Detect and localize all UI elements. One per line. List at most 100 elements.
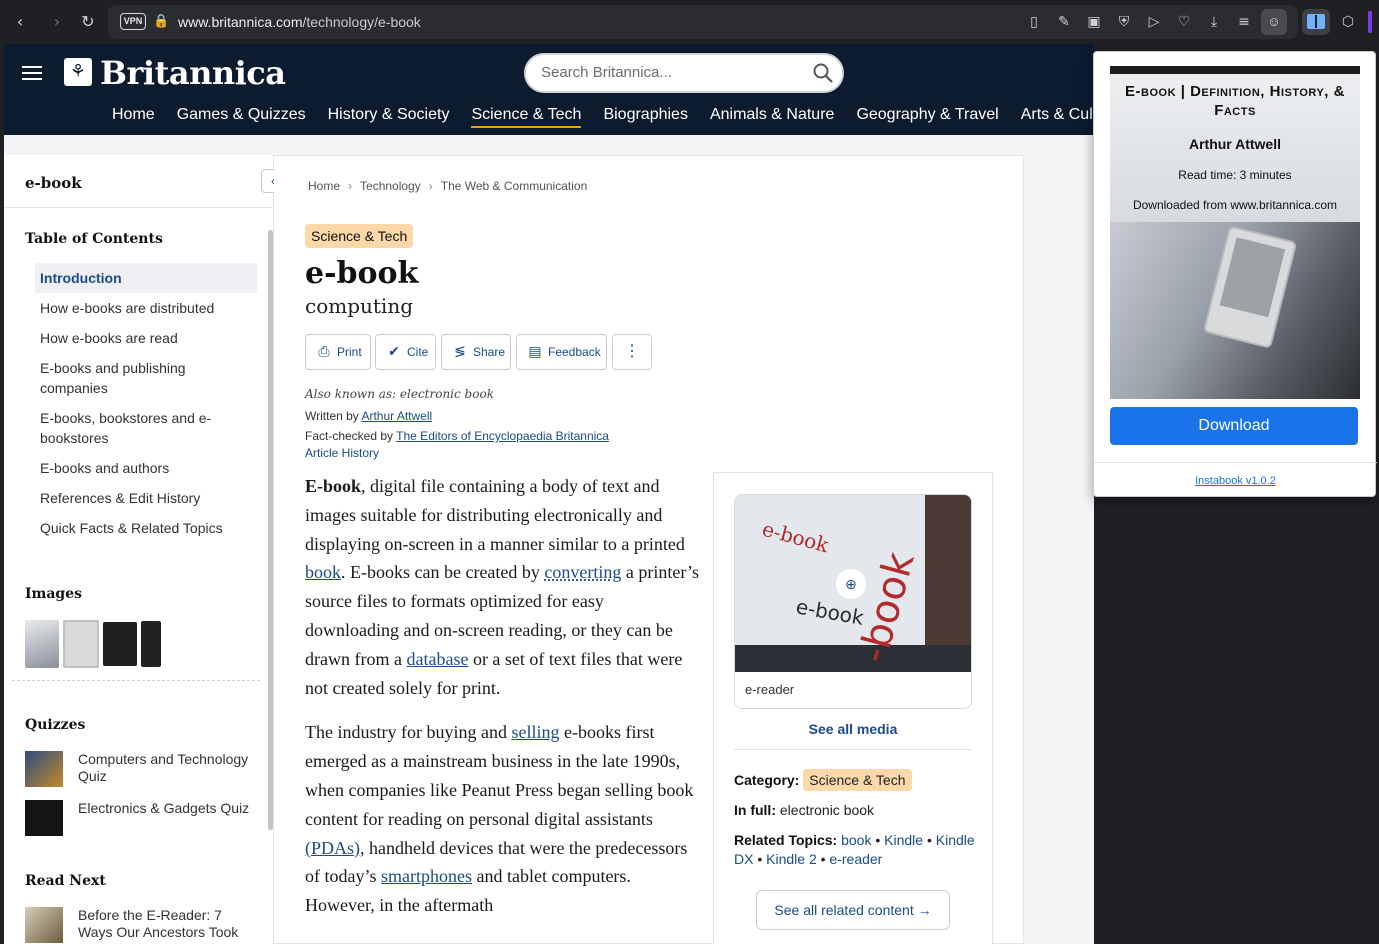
toc-item[interactable]: Quick Facts & Related Topics <box>35 513 257 543</box>
toc-item[interactable]: How e-books are distributed <box>35 293 257 323</box>
toc-item[interactable]: References & Edit History <box>35 483 257 513</box>
nav-science-tech[interactable]: Science & Tech <box>471 106 582 128</box>
author-link[interactable]: Arthur Attwell <box>361 409 432 423</box>
category-pill[interactable]: Science & Tech <box>803 769 912 791</box>
link-book[interactable]: book <box>305 562 341 582</box>
quiz-title[interactable]: Computers and Technology Quiz <box>78 751 258 785</box>
menu-list-icon[interactable]: ≡ <box>1234 12 1254 32</box>
article-history-link[interactable]: Article History <box>305 446 379 460</box>
britannica-logo[interactable]: Britannica <box>100 54 286 92</box>
main-nav: Home Games & Quizzes History & Society Scie… <box>112 106 1119 128</box>
toc-item[interactable]: E-books, bookstores and e-bookstores <box>35 403 257 453</box>
book-title: E-book | Definition, History, & Facts <box>1125 83 1345 119</box>
download-button[interactable]: Download <box>1110 407 1358 445</box>
book-icon[interactable] <box>1307 14 1325 29</box>
zoom-icon[interactable]: ⊕ <box>836 569 866 599</box>
heart-icon[interactable]: ♡ <box>1174 12 1194 32</box>
cite-button[interactable]: ✔ Cite <box>375 334 436 370</box>
fact-checker-link[interactable]: The Editors of Encyclopaedia Britannica <box>396 429 609 443</box>
breadcrumb: Home › Technology › The Web & Communication <box>308 179 587 193</box>
divider <box>1094 462 1377 463</box>
share-button[interactable]: ≶ Share <box>441 334 511 370</box>
lock-icon[interactable]: 🔒 <box>153 13 169 29</box>
back-icon[interactable]: ‹ <box>9 11 31 33</box>
page-subtitle: computing <box>305 294 414 318</box>
article-body: E-book, digital file containing a body o… <box>305 472 700 936</box>
see-all-related-button[interactable]: See all related content → <box>756 890 950 930</box>
sidebar: e-book ‹ Table of Contents Introduction … <box>4 155 285 944</box>
thumbnail-iphone[interactable] <box>141 621 161 667</box>
play-icon[interactable]: ▷ <box>1144 12 1164 32</box>
print-button[interactable]: ⎙ Print <box>305 334 371 370</box>
divider <box>734 749 972 750</box>
url-text[interactable]: www.britannica.com/technology/e-book <box>178 14 421 30</box>
related-link[interactable]: book <box>841 832 871 848</box>
article: Home › Technology › The Web & Communication … <box>274 155 1024 944</box>
forward-icon[interactable]: › <box>46 11 68 33</box>
search-box[interactable] <box>524 53 844 93</box>
download-icon[interactable]: ⤓ <box>1204 12 1224 32</box>
site-header: ⚘ Britannica Home Games & Quizzes History … <box>4 44 1097 135</box>
also-known-as: Also known as: electronic book <box>305 387 494 401</box>
breadcrumb-home[interactable]: Home <box>308 179 340 193</box>
nav-history-society[interactable]: History & Society <box>328 106 450 124</box>
camera-icon[interactable]: ▣ <box>1084 12 1104 32</box>
nav-home[interactable]: Home <box>112 106 155 124</box>
toc-item-introduction[interactable]: Introduction <box>35 263 257 293</box>
reader-view-icon[interactable]: ▯ <box>1024 12 1044 32</box>
breadcrumb-technology[interactable]: Technology <box>360 179 421 193</box>
sidebar-scrollbar[interactable] <box>268 230 273 830</box>
nav-geography-travel[interactable]: Geography & Travel <box>856 106 998 124</box>
feedback-button[interactable]: ▤ Feedback <box>516 334 607 370</box>
related-link[interactable]: Kindle 2 <box>766 851 817 867</box>
sidebar-header: e-book <box>4 155 274 208</box>
profile-icon[interactable]: ☺ <box>1261 9 1287 35</box>
thumbnail-ipad[interactable] <box>103 622 137 666</box>
toc-item[interactable]: E-books and publishing companies <box>35 353 257 403</box>
media-caption: e-reader <box>745 682 795 697</box>
see-all-media-link[interactable]: See all media <box>714 721 992 737</box>
page-title: e-book <box>305 256 419 291</box>
shield-icon[interactable]: ⛨ <box>1114 12 1134 32</box>
toc-item[interactable]: E-books and authors <box>35 453 257 483</box>
reload-icon[interactable]: ↻ <box>77 11 99 33</box>
nav-biographies[interactable]: Biographies <box>603 106 688 124</box>
category-pill[interactable]: Science & Tech <box>305 224 414 248</box>
search-input[interactable] <box>541 64 801 81</box>
quiz-title[interactable]: Electronics & Gadgets Quiz <box>78 800 258 817</box>
hamburger-menu-icon[interactable] <box>22 66 42 80</box>
edit-icon[interactable]: ✎ <box>1054 12 1074 32</box>
link-database[interactable]: database <box>406 649 468 669</box>
quiz-thumbnail[interactable] <box>25 751 63 787</box>
media-card[interactable]: e-book e-book -book ⊕ e-reader <box>734 494 972 709</box>
nav-animals-nature[interactable]: Animals & Nature <box>710 106 835 124</box>
downloaded-from: Downloaded from www.britannica.com <box>1132 198 1338 212</box>
search-icon[interactable] <box>812 62 834 84</box>
nav-games-quizzes[interactable]: Games & Quizzes <box>177 106 306 124</box>
quiz-thumbnail[interactable] <box>25 800 63 836</box>
link-smartphones[interactable]: smartphones <box>381 866 472 886</box>
link-pdas[interactable]: (PDAs) <box>305 838 360 858</box>
ereader-device-image <box>1202 225 1298 349</box>
nav-arts-culture[interactable]: Arts & Cult <box>1021 106 1097 124</box>
book-author: Arthur Attwell <box>1188 136 1282 152</box>
link-converting[interactable]: converting <box>544 562 621 582</box>
read-next-thumbnail[interactable] <box>25 907 63 943</box>
extensions-cube-icon[interactable]: ⬡ <box>1338 12 1358 32</box>
read-next-title[interactable]: Before the E-Reader: 7 Ways Our Ancestor… <box>78 907 258 944</box>
related-link[interactable]: Kindle <box>884 832 923 848</box>
divider <box>12 680 260 681</box>
britannica-thistle-logo[interactable]: ⚘ <box>64 58 92 86</box>
more-options-button[interactable]: ⋮ <box>612 334 652 370</box>
vpn-badge[interactable]: VPN <box>120 13 146 30</box>
sidebar-indicator <box>1368 11 1372 33</box>
read-time: Read time: 3 minutes <box>1178 168 1292 182</box>
breadcrumb-web-communication[interactable]: The Web & Communication <box>441 179 588 193</box>
thumbnail-ereader[interactable] <box>25 620 59 668</box>
version-link[interactable]: Instabook v1.0.2 <box>1094 475 1377 487</box>
thumbnail-kindle[interactable] <box>63 620 99 668</box>
toc-item[interactable]: How e-books are read <box>35 323 257 353</box>
link-selling[interactable]: selling <box>511 722 559 742</box>
related-link[interactable]: e-reader <box>829 851 882 867</box>
fact-checked-by: Fact-checked by The Editors of Encyclopa… <box>305 429 609 443</box>
